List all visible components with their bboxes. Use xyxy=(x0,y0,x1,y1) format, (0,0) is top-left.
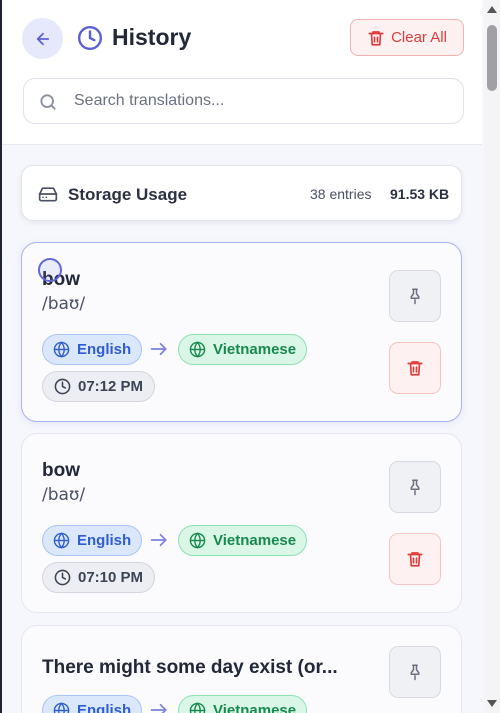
source-language-badge: English xyxy=(42,334,143,365)
target-language-badge: Vietnamese xyxy=(178,525,308,556)
pin-button[interactable] xyxy=(389,270,441,322)
search-box xyxy=(23,78,464,124)
storage-title: Storage Usage xyxy=(68,185,188,204)
delete-button[interactable] xyxy=(389,342,441,394)
storage-usage-card: Storage Usage 38 entries 91.53 KB xyxy=(21,165,462,221)
globe-icon xyxy=(189,341,206,358)
trash-icon xyxy=(368,30,384,46)
time-label: 07:12 PM xyxy=(78,378,144,395)
clear-all-button[interactable]: Clear All xyxy=(350,19,464,56)
arrow-left-icon xyxy=(36,32,49,45)
source-language-badge: English xyxy=(42,695,143,713)
arrow-right-icon xyxy=(150,533,167,547)
history-item-word: bow xyxy=(42,460,80,481)
header: History Clear All xyxy=(2,0,482,145)
pin-button[interactable] xyxy=(389,646,441,698)
time-badge: 07:10 PM xyxy=(42,562,156,593)
globe-icon xyxy=(53,532,70,549)
history-item[interactable]: bow /baʊ/ English Vietnamese 07:10 PM xyxy=(21,433,462,613)
page-title: History xyxy=(112,24,192,50)
pin-icon xyxy=(410,288,420,305)
history-item[interactable]: bow /baʊ/ English Vietnamese 07:12 PM xyxy=(21,242,462,422)
globe-icon xyxy=(189,532,206,549)
globe-icon xyxy=(53,341,70,358)
target-language-badge: Vietnamese xyxy=(178,695,308,713)
pin-icon xyxy=(410,479,420,496)
target-language-badge: Vietnamese xyxy=(178,334,308,365)
arrow-right-icon xyxy=(150,703,167,713)
scroll-down-arrow[interactable] xyxy=(487,700,497,707)
back-button[interactable] xyxy=(22,18,63,59)
time-badge: 07:12 PM xyxy=(42,371,156,402)
globe-icon xyxy=(53,702,70,713)
history-item[interactable]: There might some day exist (or... Englis… xyxy=(21,625,462,713)
scroll-thumb[interactable] xyxy=(487,25,497,91)
trash-icon xyxy=(407,552,423,567)
target-language-label: Vietnamese xyxy=(213,702,297,713)
time-label: 07:10 PM xyxy=(78,569,144,586)
storage-size: 91.53 KB xyxy=(390,186,450,202)
target-language-label: Vietnamese xyxy=(213,532,297,549)
arrow-right-icon xyxy=(150,342,167,356)
search-input[interactable] xyxy=(74,79,454,123)
scrollbar[interactable] xyxy=(484,0,500,713)
pin-icon xyxy=(410,664,420,681)
clock-icon xyxy=(77,25,103,51)
history-item-word: There might some day exist (or... xyxy=(42,657,338,678)
trash-icon xyxy=(407,361,423,376)
scroll-up-arrow[interactable] xyxy=(487,6,497,13)
pin-button[interactable] xyxy=(389,461,441,513)
history-item-phonetic: /baʊ/ xyxy=(42,485,86,505)
cursor-indicator xyxy=(38,258,62,282)
storage-entry-count: 38 entries xyxy=(310,186,372,202)
source-language-label: English xyxy=(77,341,132,358)
hard-drive-icon xyxy=(38,187,58,202)
source-language-badge: English xyxy=(42,525,143,556)
clear-all-label: Clear All xyxy=(391,29,447,46)
clock-icon xyxy=(54,569,71,586)
target-language-label: Vietnamese xyxy=(213,341,297,358)
source-language-label: English xyxy=(77,702,132,713)
source-language-label: English xyxy=(77,532,132,549)
history-item-phonetic: /baʊ/ xyxy=(42,294,86,314)
clock-icon xyxy=(54,378,71,395)
globe-icon xyxy=(189,702,206,713)
search-icon xyxy=(40,94,56,110)
delete-button[interactable] xyxy=(389,533,441,585)
